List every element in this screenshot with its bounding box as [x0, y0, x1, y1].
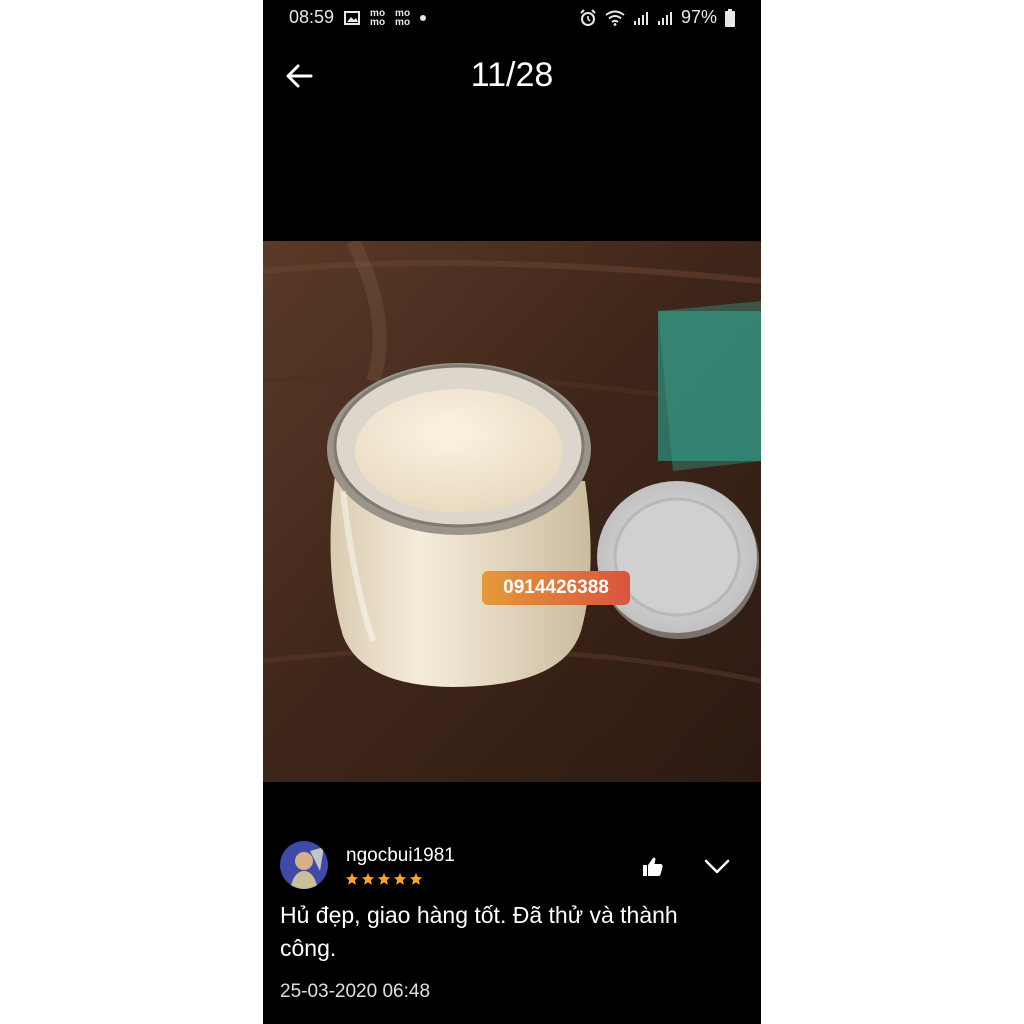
momo-icon: mo mo: [395, 7, 411, 28]
image-counter: 11/28: [470, 56, 554, 94]
image-icon: [344, 10, 361, 25]
alarm-icon: [580, 8, 596, 26]
star-icon: [393, 872, 407, 885]
phone-screen: 08:59 mo mo mo mo 97% 11/28 0914426388 n…: [263, 0, 761, 1024]
momo-icon: mo mo: [370, 7, 386, 28]
status-right: 97%: [579, 7, 735, 28]
star-icon: [377, 872, 391, 885]
battery-icon: [725, 8, 735, 27]
thumbs-up-icon[interactable]: [641, 855, 665, 879]
star-icon: [409, 872, 423, 885]
seller-phone-watermark: 0914426388: [482, 571, 630, 605]
status-bar: 08:59 mo mo mo mo 97%: [263, 0, 761, 34]
status-left: 08:59 mo mo mo mo: [289, 7, 427, 28]
avatar[interactable]: [280, 841, 328, 889]
review-comment: Hủ đẹp, giao hàng tốt. Đã thử và thành c…: [280, 902, 678, 961]
notification-dot: [420, 14, 427, 21]
signal-icon: [633, 11, 648, 25]
rating-stars: [345, 872, 423, 886]
battery-percent: 97%: [680, 7, 717, 27]
viewer-topbar: 11/28: [263, 48, 761, 104]
chevron-down-icon[interactable]: [703, 857, 731, 877]
status-time: 08:59: [289, 7, 335, 27]
reviewer-username: ngocbui1981: [346, 845, 455, 866]
wifi-icon: [605, 10, 625, 26]
signal-icon: [657, 11, 672, 25]
review-photo[interactable]: [263, 241, 761, 782]
star-icon: [345, 872, 359, 885]
star-icon: [361, 872, 375, 885]
review-date: 25-03-2020 06:48: [280, 981, 431, 1002]
